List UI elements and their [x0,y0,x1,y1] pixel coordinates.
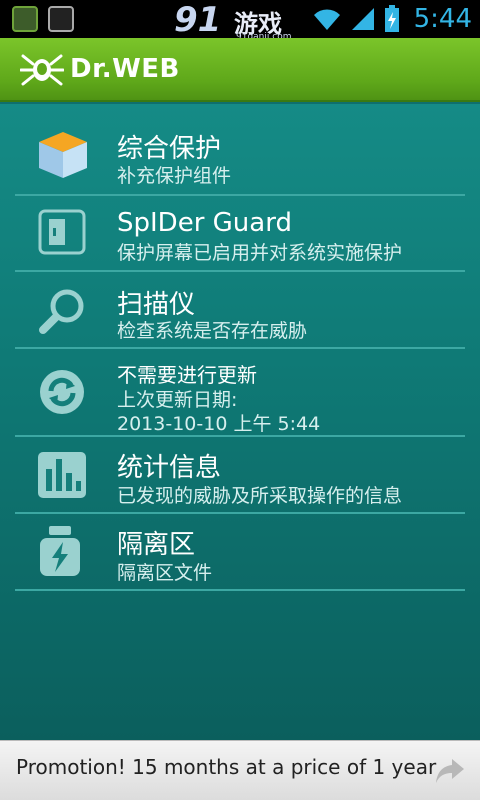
promotion-text: Promotion! 15 months at a price of 1 yea… [16,755,437,779]
menu-item-subtitle: 隔离区文件 [117,562,213,584]
app-notification-icon [48,6,74,32]
watermark-number: 91 [174,0,222,40]
battery-charging-icon [384,5,399,32]
magnifier-icon [39,289,84,334]
share-arrow-icon[interactable] [434,757,466,785]
drweb-spider-logo-icon [20,54,64,86]
menu-item-title: 综合保护 [117,134,222,164]
quarantine-jar-icon [40,526,80,576]
menu-item-subtitle: 已发现的威胁及所采取操作的信息 [117,485,403,507]
menu-item-statistics[interactable]: 统计信息 已发现的威胁及所采取操作的信息 [15,437,465,514]
menu-item-quarantine[interactable]: 隔离区 隔离区文件 [15,514,465,591]
wifi-icon [313,9,340,30]
menu-item-subtitle: 补充保护组件 [117,165,232,187]
app-header: Dr.WEB [0,38,480,102]
status-bar: 91 游戏 91danji.com 5:44 [0,0,480,42]
signal-icon [351,8,374,30]
clock: 5:44 [413,4,472,34]
watermark: 91 游戏 91danji.com [172,0,312,42]
menu-item-subtitle: 上次更新日期: [117,389,238,411]
main-menu: 综合保护 补充保护组件 SpIDer Guard 保护屏幕已启用并对系统实施保护… [0,104,480,740]
menu-item-scanner[interactable]: 扫描仪 检查系统是否存在威胁 [15,272,465,349]
refresh-icon [40,370,84,414]
promotion-banner[interactable]: Promotion! 15 months at a price of 1 yea… [0,740,480,800]
menu-item-subtitle: 保护屏幕已启用并对系统实施保护 [117,242,403,264]
cube-icon [39,132,87,178]
menu-item-subtitle: 检查系统是否存在威胁 [117,320,308,342]
menu-item-comprehensive-protection[interactable]: 综合保护 补充保护组件 [15,104,465,196]
menu-item-title: 隔离区 [117,530,196,560]
menu-item-update[interactable]: 不需要进行更新 上次更新日期: 2013-10-10 上午 5:44 [15,349,465,437]
menu-item-title: 不需要进行更新 [117,363,257,387]
last-update-datetime: 2013-10-10 上午 5:44 [117,413,321,435]
drweb-notification-icon [12,6,38,32]
menu-item-spider-guard[interactable]: SpIDer Guard 保护屏幕已启用并对系统实施保护 [15,196,465,272]
bar-chart-icon [38,452,86,498]
menu-item-title: SpIDer Guard [117,208,292,238]
menu-item-title: 统计信息 [117,453,222,483]
spider-guard-shield-icon [38,209,86,255]
app-title: Dr.WEB [70,54,180,84]
